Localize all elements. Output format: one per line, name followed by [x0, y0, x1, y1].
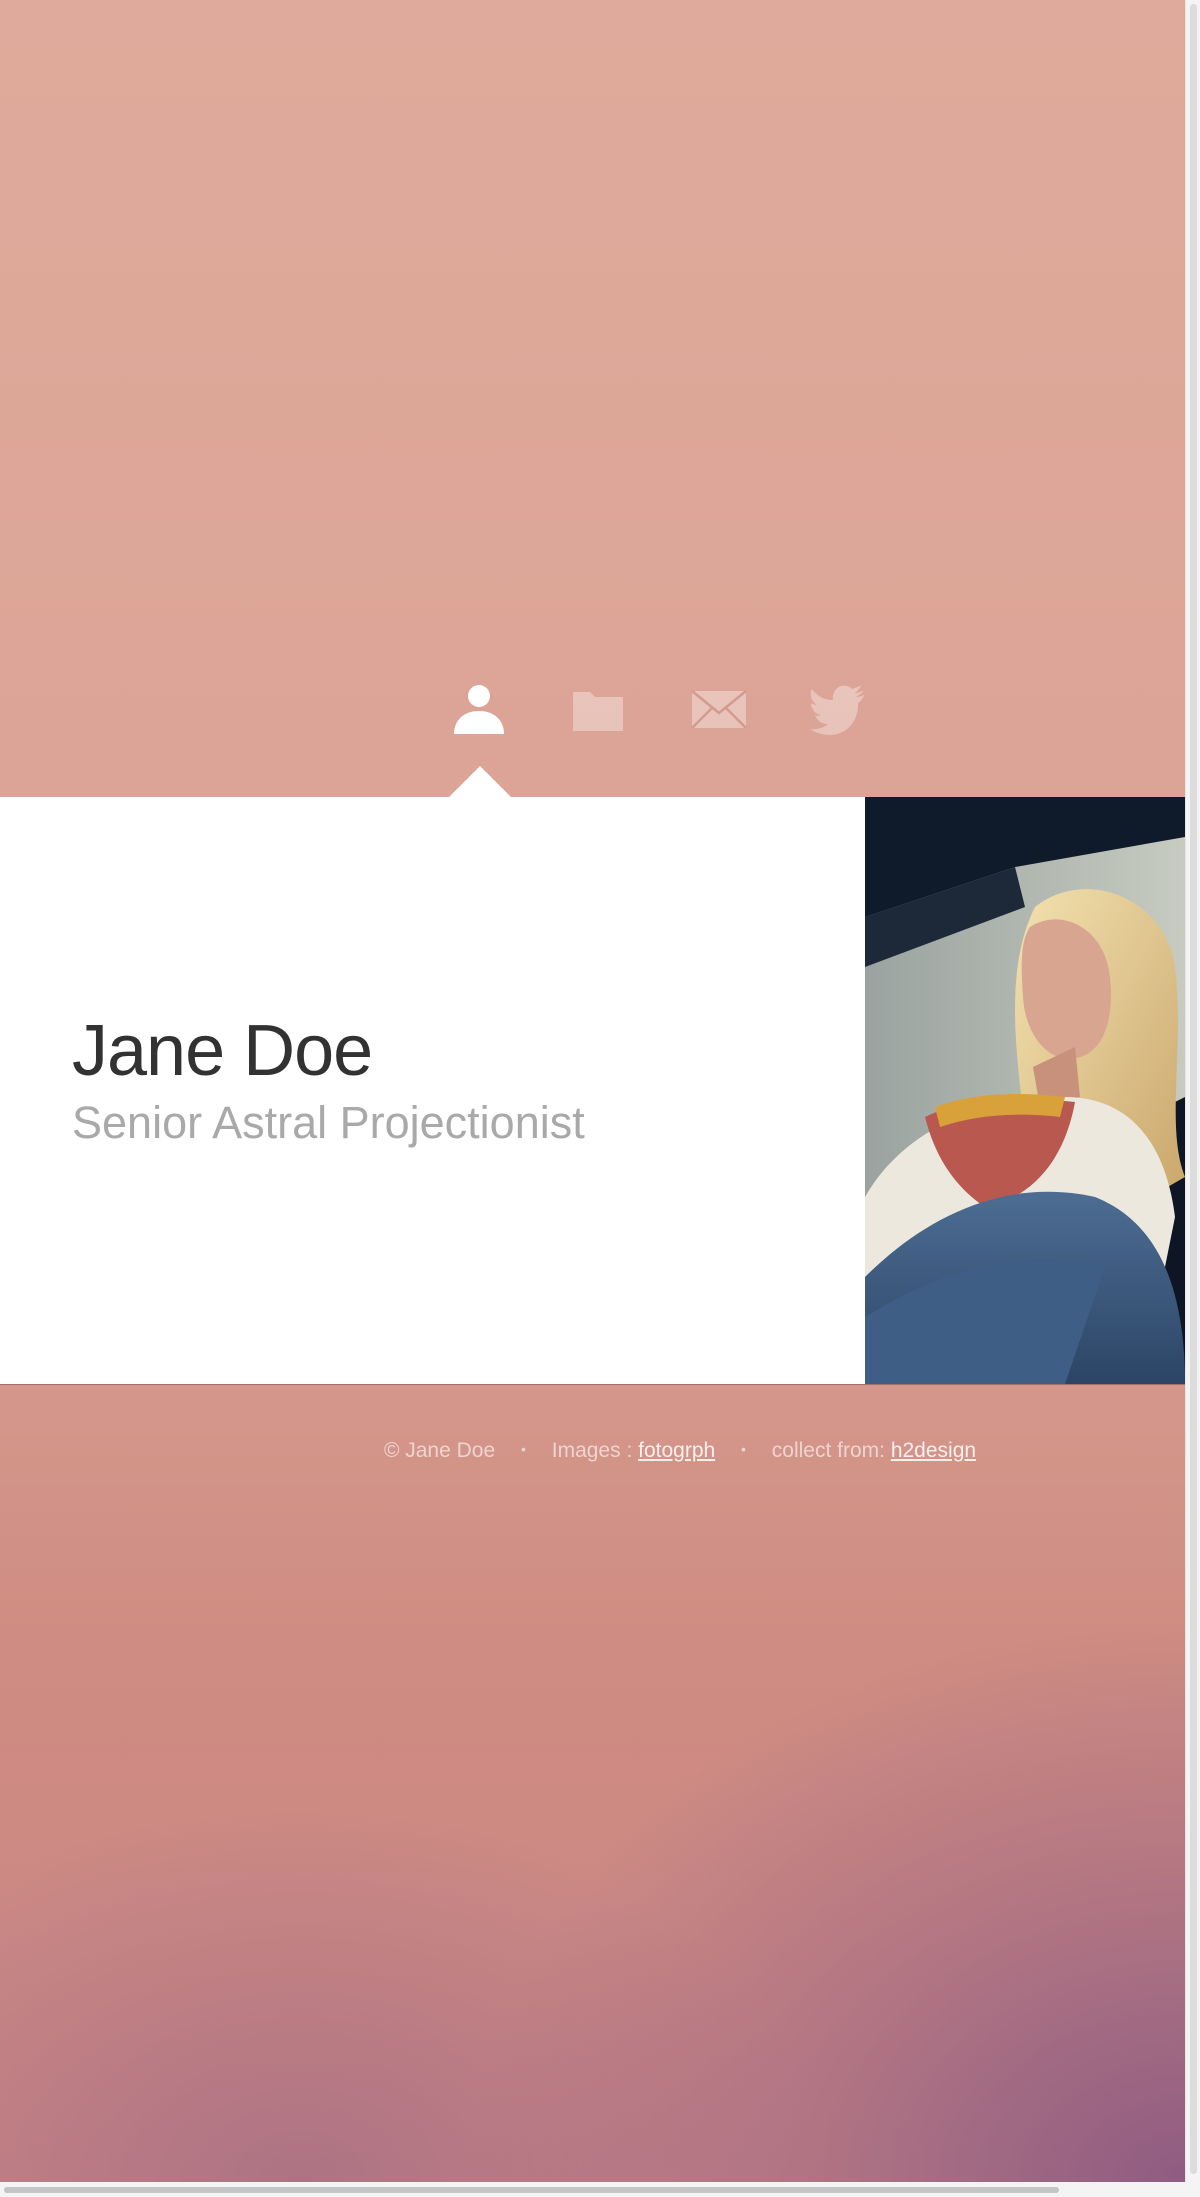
envelope-icon	[691, 690, 747, 729]
vertical-scrollbar-thumb[interactable]	[1190, 4, 1197, 2174]
active-nav-pointer	[448, 766, 512, 798]
profile-text: Jane Doe Senior Astral Projectionist	[72, 1009, 772, 1151]
footer-separator: •	[521, 1441, 526, 1457]
footer-copyright: © Jane Doe	[383, 1439, 496, 1462]
folder-icon	[573, 692, 623, 731]
nav-twitter-button[interactable]	[809, 682, 867, 736]
vertical-scrollbar[interactable]	[1185, 0, 1200, 2182]
page-background: Jane Doe Senior Astral Projectionist © J…	[0, 0, 1185, 2182]
footer-images-label: Images :	[551, 1439, 639, 1462]
footer-separator: •	[741, 1441, 746, 1457]
nav-about-button[interactable]	[450, 682, 508, 736]
horizontal-scrollbar-thumb[interactable]	[4, 2187, 1059, 2193]
horizontal-scrollbar[interactable]	[0, 2182, 1200, 2197]
profile-name: Jane Doe	[72, 1011, 373, 1091]
profile-card: Jane Doe Senior Astral Projectionist	[0, 797, 1185, 1384]
h2design-link[interactable]: h2design	[891, 1439, 976, 1462]
nav-contact-button[interactable]	[690, 682, 748, 736]
fotogrph-link[interactable]: fotogrph	[638, 1439, 715, 1462]
footer-collect-label: collect from:	[771, 1439, 891, 1462]
twitter-bird-icon	[810, 685, 864, 735]
profile-title: Senior Astral Projectionist	[72, 1097, 585, 1148]
portrait-photo	[865, 797, 1185, 1384]
footer: © Jane Doe • Images : fotogrph • collect…	[0, 1439, 1185, 1463]
nav-portfolio-button[interactable]	[570, 682, 628, 736]
user-icon	[454, 685, 504, 734]
